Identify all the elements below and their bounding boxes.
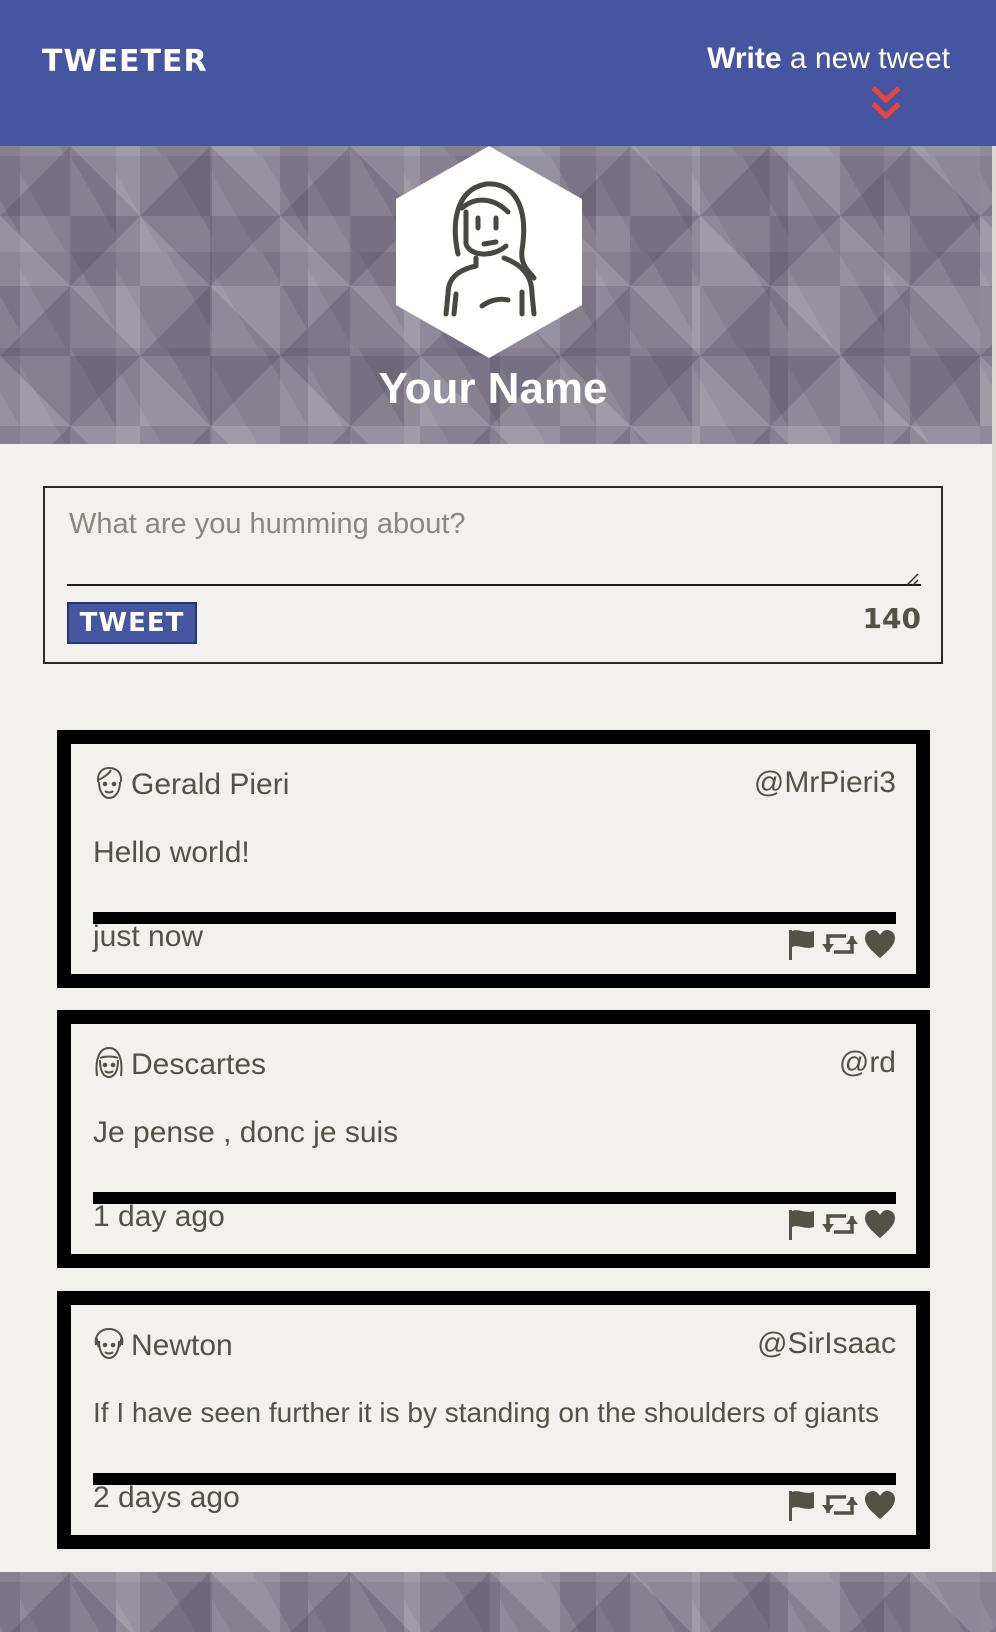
face-avatar-icon xyxy=(96,766,123,800)
tweet-handle[interactable]: @rd xyxy=(839,1046,896,1080)
flag-icon[interactable] xyxy=(786,928,816,960)
face-avatar-icon xyxy=(94,1327,124,1360)
tweet-card: Descartes @rd Je pense , donc je suis 1 … xyxy=(57,1010,930,1268)
double-chevron-down-icon[interactable] xyxy=(869,84,903,124)
flag-icon[interactable] xyxy=(786,1208,816,1240)
page-edge xyxy=(992,146,996,1572)
heart-icon[interactable] xyxy=(864,1490,896,1520)
tweet-timestamp: 2 days ago xyxy=(93,1481,240,1514)
tweet-timestamp: 1 day ago xyxy=(93,1200,225,1233)
profile-name: Your Name xyxy=(378,364,608,413)
retweet-icon[interactable] xyxy=(822,1210,858,1238)
character-counter: 140 xyxy=(862,602,921,635)
compose-link-bold: Write xyxy=(707,42,782,75)
tweet-content: Je pense , donc je suis xyxy=(93,1116,399,1149)
tweet-handle[interactable]: @SirIsaac xyxy=(757,1327,896,1361)
tweet-user-name[interactable]: Descartes xyxy=(131,1048,266,1082)
tweet-content: If I have seen further it is by standing… xyxy=(93,1397,880,1428)
footer-band xyxy=(0,1572,996,1632)
tweet-actions xyxy=(786,1489,896,1521)
brand-logo[interactable]: TWEETER xyxy=(42,44,208,79)
tweet-button[interactable]: TWEET xyxy=(67,602,197,644)
tweet-actions xyxy=(786,928,896,960)
tweet-actions xyxy=(786,1208,896,1240)
compose-link-text: a new tweet xyxy=(781,42,950,75)
tweet-handle[interactable]: @MrPieri3 xyxy=(754,766,896,800)
heart-icon[interactable] xyxy=(864,929,896,959)
tweet-user-name[interactable]: Newton xyxy=(131,1329,233,1363)
profile-banner: Your Name xyxy=(0,146,996,444)
tweet-divider xyxy=(93,912,896,924)
tweet-card: Newton @SirIsaac If I have seen further … xyxy=(57,1291,930,1549)
navbar: TWEETER Write a new tweet xyxy=(0,0,996,146)
write-new-tweet-link[interactable]: Write a new tweet xyxy=(707,42,950,76)
flag-icon[interactable] xyxy=(786,1489,816,1521)
retweet-icon[interactable] xyxy=(822,1491,858,1519)
tweet-timestamp: just now xyxy=(93,920,204,953)
face-avatar-icon xyxy=(95,1046,123,1079)
tweet-input[interactable] xyxy=(67,502,921,586)
tweet-user-name[interactable]: Gerald Pieri xyxy=(131,768,289,802)
retweet-icon[interactable] xyxy=(822,930,858,958)
resize-handle-icon[interactable] xyxy=(905,572,919,586)
woman-avatar-icon xyxy=(396,146,582,358)
heart-icon[interactable] xyxy=(864,1209,896,1239)
tweet-composer: TWEET 140 xyxy=(43,486,943,664)
tweet-content: Hello world! xyxy=(93,836,250,869)
tweet-card: Gerald Pieri @MrPieri3 Hello world! just… xyxy=(57,730,930,988)
